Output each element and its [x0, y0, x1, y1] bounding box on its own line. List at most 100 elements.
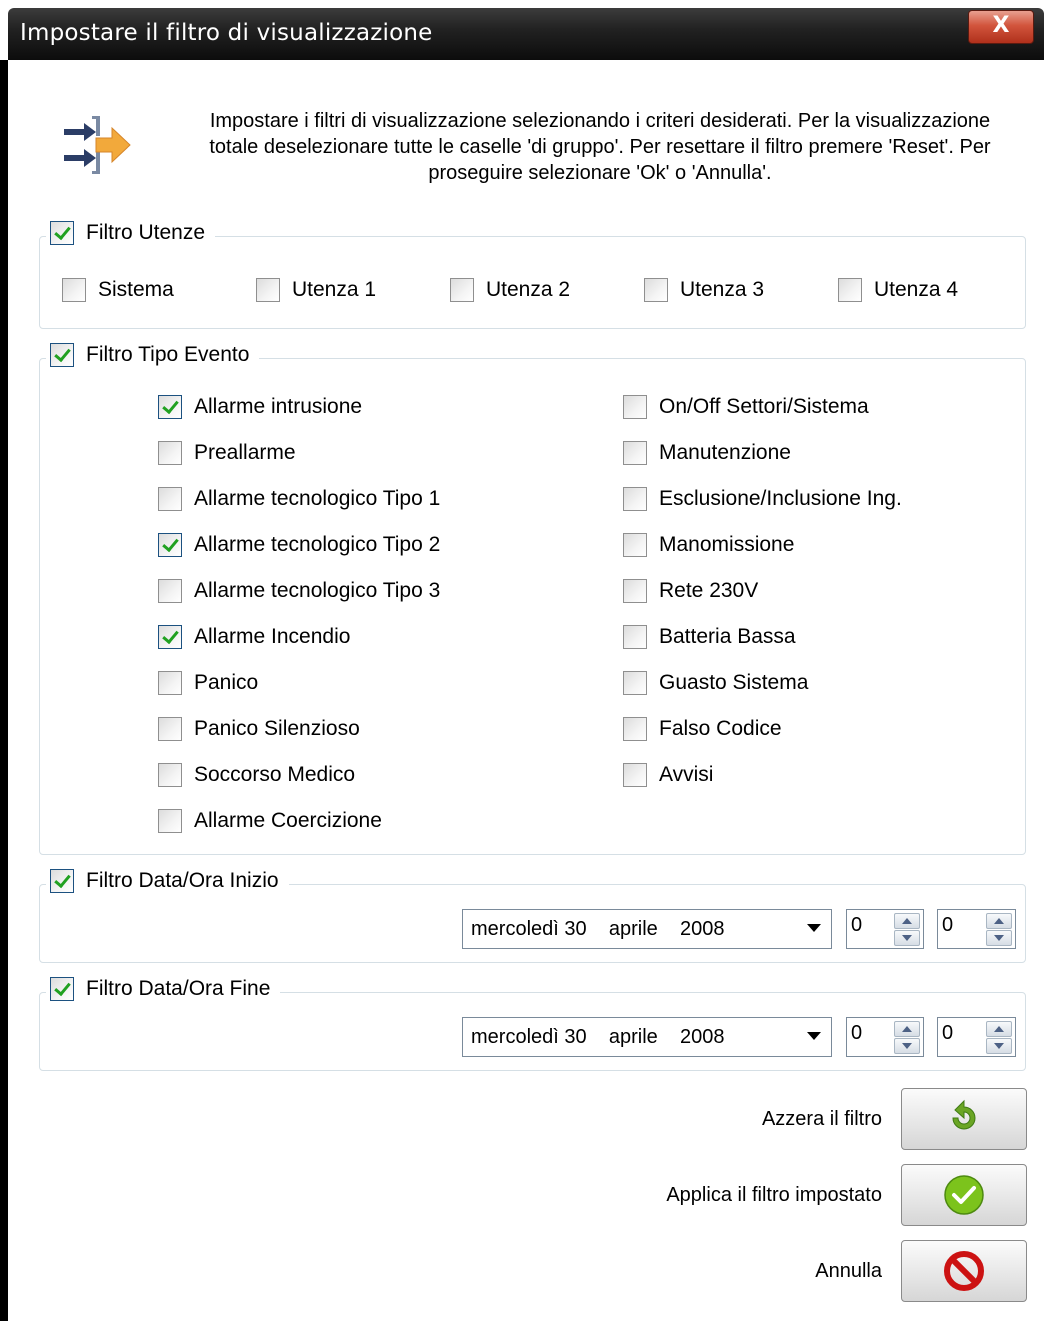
checkbox[interactable]: [623, 395, 647, 419]
checkbox-label: Soccorso Medico: [194, 763, 356, 786]
evento-allarme-coercizione[interactable]: Allarme Coercizione: [158, 809, 382, 833]
checkbox-label: Allarme tecnologico Tipo 1: [194, 487, 441, 510]
checkbox[interactable]: [623, 533, 647, 557]
checkbox[interactable]: [158, 533, 182, 557]
filtro-utenze-checkbox[interactable]: [50, 221, 74, 245]
checkbox[interactable]: [623, 625, 647, 649]
utenza-2[interactable]: Utenza 2: [450, 278, 570, 302]
start-minute-value: 0: [942, 914, 954, 936]
evento-batteria-bassa[interactable]: Batteria Bassa: [623, 625, 796, 649]
filtro-fine-checkbox[interactable]: [50, 977, 74, 1001]
evento-allarme-intrusione[interactable]: Allarme intrusione: [158, 395, 362, 419]
evento-allarme-incendio[interactable]: Allarme Incendio: [158, 625, 350, 649]
filtro-inizio-legend[interactable]: Filtro Data/Ora Inizio: [46, 869, 289, 893]
intro-line-3: proseguire selezionare 'Ok' o 'Annulla'.: [428, 162, 772, 184]
start-hour-spinner[interactable]: 0: [846, 909, 924, 949]
filtro-tipo-evento-checkbox[interactable]: [50, 343, 74, 367]
evento-allarme-tecnologico-1[interactable]: Allarme tecnologico Tipo 1: [158, 487, 440, 511]
filtro-inizio-checkbox[interactable]: [50, 869, 74, 893]
checkbox[interactable]: [158, 717, 182, 741]
evento-soccorso-medico[interactable]: Soccorso Medico: [158, 763, 355, 787]
utenza-3[interactable]: Utenza 3: [644, 278, 764, 302]
spin-up-icon[interactable]: [986, 1021, 1012, 1037]
spin-down-icon[interactable]: [894, 1038, 920, 1054]
checkbox[interactable]: [158, 487, 182, 511]
evento-allarme-tecnologico-2[interactable]: Allarme tecnologico Tipo 2: [158, 533, 440, 557]
spin-up-icon[interactable]: [894, 913, 920, 929]
checkbox[interactable]: [158, 671, 182, 695]
checkbox-label: Allarme intrusione: [194, 395, 363, 418]
filtro-inizio-group: Filtro Data/Ora Inizio mercoledì 30 apri…: [39, 869, 1026, 963]
filtro-fine-legend[interactable]: Filtro Data/Ora Fine: [46, 977, 281, 1001]
spin-down-icon[interactable]: [894, 930, 920, 946]
checkbox-label: Manutenzione: [659, 441, 791, 464]
checkbox[interactable]: [158, 395, 182, 419]
end-minute-spinner[interactable]: 0: [937, 1017, 1016, 1057]
checkbox[interactable]: [450, 278, 474, 302]
filter-arrows-icon: [56, 112, 136, 178]
checkbox[interactable]: [838, 278, 862, 302]
spin-down-icon[interactable]: [986, 930, 1012, 946]
chevron-down-icon[interactable]: [807, 1032, 821, 1040]
cancel-button[interactable]: [901, 1240, 1027, 1302]
checkbox[interactable]: [623, 763, 647, 787]
reset-button[interactable]: [901, 1088, 1027, 1150]
apply-label: Applica il filtro impostato: [666, 1184, 882, 1206]
filtro-fine-group: Filtro Data/Ora Fine mercoledì 30 aprile…: [39, 977, 1026, 1071]
checkbox[interactable]: [158, 579, 182, 603]
apply-button[interactable]: [901, 1164, 1027, 1226]
checkbox[interactable]: [623, 487, 647, 511]
checkbox[interactable]: [158, 625, 182, 649]
end-minute-value: 0: [942, 1022, 954, 1044]
checkbox[interactable]: [644, 278, 668, 302]
utenza-4[interactable]: Utenza 4: [838, 278, 958, 302]
evento-manomissione[interactable]: Manomissione: [623, 533, 794, 557]
evento-preallarme[interactable]: Preallarme: [158, 441, 296, 465]
checkbox[interactable]: [623, 441, 647, 465]
checkbox-label: Panico: [194, 671, 259, 694]
evento-falso-codice[interactable]: Falso Codice: [623, 717, 782, 741]
start-date-picker[interactable]: mercoledì 30 aprile 2008: [462, 909, 832, 949]
filtro-inizio-label: Filtro Data/Ora Inizio: [86, 869, 279, 892]
checkbox-label: Preallarme: [194, 441, 296, 464]
filtro-tipo-evento-group: Filtro Tipo Evento Allarme intrusione Pr…: [39, 343, 1026, 855]
filtro-tipo-evento-label: Filtro Tipo Evento: [86, 343, 250, 366]
checkbox[interactable]: [623, 671, 647, 695]
evento-avvisi[interactable]: Avvisi: [623, 763, 713, 787]
start-hour-value: 0: [851, 914, 863, 936]
checkbox[interactable]: [158, 763, 182, 787]
spin-down-icon[interactable]: [986, 1038, 1012, 1054]
checkbox[interactable]: [623, 717, 647, 741]
checkbox[interactable]: [62, 278, 86, 302]
checkbox-label: Utenza 4: [874, 278, 959, 301]
end-hour-value: 0: [851, 1022, 863, 1044]
evento-esclusione-inclusione[interactable]: Esclusione/Inclusione Ing.: [623, 487, 902, 511]
filtro-tipo-evento-legend[interactable]: Filtro Tipo Evento: [46, 343, 260, 367]
start-minute-spinner[interactable]: 0: [937, 909, 1016, 949]
checkbox[interactable]: [256, 278, 280, 302]
checkbox[interactable]: [158, 441, 182, 465]
evento-guasto-sistema[interactable]: Guasto Sistema: [623, 671, 808, 695]
checkbox-label: Manomissione: [659, 533, 795, 556]
checkbox[interactable]: [158, 809, 182, 833]
spin-up-icon[interactable]: [986, 913, 1012, 929]
chevron-down-icon[interactable]: [807, 924, 821, 932]
reset-label: Azzera il filtro: [761, 1108, 882, 1130]
evento-panico-silenzioso[interactable]: Panico Silenzioso: [158, 717, 360, 741]
end-hour-spinner[interactable]: 0: [846, 1017, 924, 1057]
evento-rete-230v[interactable]: Rete 230V: [623, 579, 758, 603]
title-bar: Impostare il filtro di visualizzazione X: [8, 8, 1044, 60]
utenza-sistema[interactable]: Sistema: [62, 278, 174, 302]
evento-manutenzione[interactable]: Manutenzione: [623, 441, 791, 465]
checkbox[interactable]: [623, 579, 647, 603]
utenza-1[interactable]: Utenza 1: [256, 278, 376, 302]
checkbox-label: Esclusione/Inclusione Ing.: [659, 487, 902, 510]
end-date-picker[interactable]: mercoledì 30 aprile 2008: [462, 1017, 832, 1057]
spin-up-icon[interactable]: [894, 1021, 920, 1037]
close-button[interactable]: X: [968, 10, 1034, 44]
evento-on-off-settori[interactable]: On/Off Settori/Sistema: [623, 395, 869, 419]
filtro-utenze-legend[interactable]: Filtro Utenze: [46, 221, 216, 245]
checkbox-label: Allarme tecnologico Tipo 3: [194, 579, 441, 602]
evento-panico[interactable]: Panico: [158, 671, 258, 695]
evento-allarme-tecnologico-3[interactable]: Allarme tecnologico Tipo 3: [158, 579, 440, 603]
